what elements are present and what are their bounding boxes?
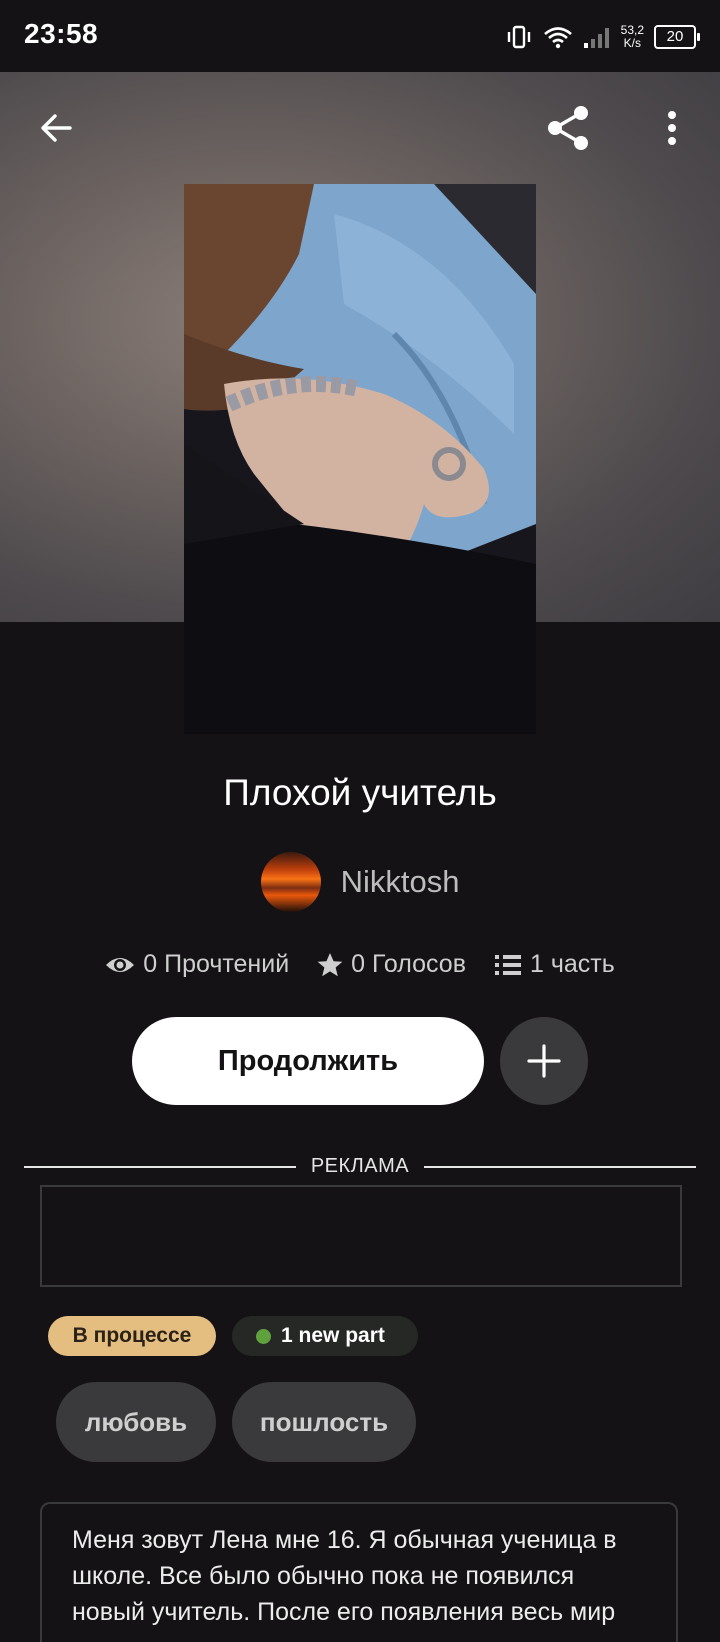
- network-speed-unit: K/s: [623, 36, 641, 50]
- reads-stat: 0 Прочтений: [105, 950, 289, 979]
- parts-stat[interactable]: 1 часть: [494, 950, 615, 979]
- more-vert-icon: [668, 111, 676, 145]
- author-name[interactable]: Nikktosh: [341, 864, 460, 900]
- plus-icon: [527, 1044, 561, 1078]
- story-description: Меня зовут Лена мне 16. Я обычная учениц…: [40, 1502, 678, 1642]
- status-badge: В процессе: [48, 1316, 216, 1356]
- vibrate-icon: [507, 25, 530, 49]
- more-options-button[interactable]: [644, 100, 700, 156]
- star-icon: [317, 952, 343, 976]
- story-title: Плохой учитель: [223, 772, 497, 813]
- add-to-library-button[interactable]: [500, 1017, 588, 1105]
- share-icon: [548, 106, 588, 150]
- share-button[interactable]: [540, 100, 596, 156]
- battery-indicator: 20: [654, 25, 700, 49]
- author-row[interactable]: Nikktosh: [0, 852, 720, 912]
- votes-stat: 0 Голосов: [317, 950, 466, 979]
- reads-count: 0 Прочтений: [143, 950, 290, 978]
- wifi-icon: [543, 27, 572, 49]
- status-bar: 23:58 53,2 K/s 20: [0, 0, 720, 72]
- network-speed: 53,2 K/s: [621, 24, 644, 50]
- cover-illustration: [184, 184, 536, 734]
- signal-icon: [583, 28, 609, 48]
- list-icon: [494, 954, 521, 975]
- tag-chip[interactable]: пошлость: [232, 1382, 416, 1462]
- tag-chip[interactable]: любовь: [56, 1382, 216, 1462]
- back-arrow-icon: [41, 114, 72, 142]
- story-cover-image: [184, 184, 536, 734]
- status-time: 23:58: [24, 18, 99, 49]
- eye-icon: [106, 957, 135, 972]
- new-part-badge: 1 new part: [232, 1316, 418, 1356]
- ad-divider-right: [424, 1166, 696, 1168]
- author-avatar[interactable]: [260, 852, 321, 912]
- parts-count[interactable]: 1 часть: [530, 950, 615, 979]
- continue-reading-button[interactable]: Продолжить: [132, 1017, 484, 1105]
- status-icons: 53,2 K/s 20: [505, 20, 700, 54]
- new-part-dot: [256, 1328, 271, 1344]
- ad-slot[interactable]: [40, 1185, 682, 1287]
- new-part-label: 1 new part: [281, 1324, 385, 1347]
- back-button[interactable]: [28, 100, 84, 156]
- story-stats: 0 Прочтений 0 Голосов 1 часть: [0, 950, 720, 979]
- votes-count: 0 Голосов: [351, 950, 466, 978]
